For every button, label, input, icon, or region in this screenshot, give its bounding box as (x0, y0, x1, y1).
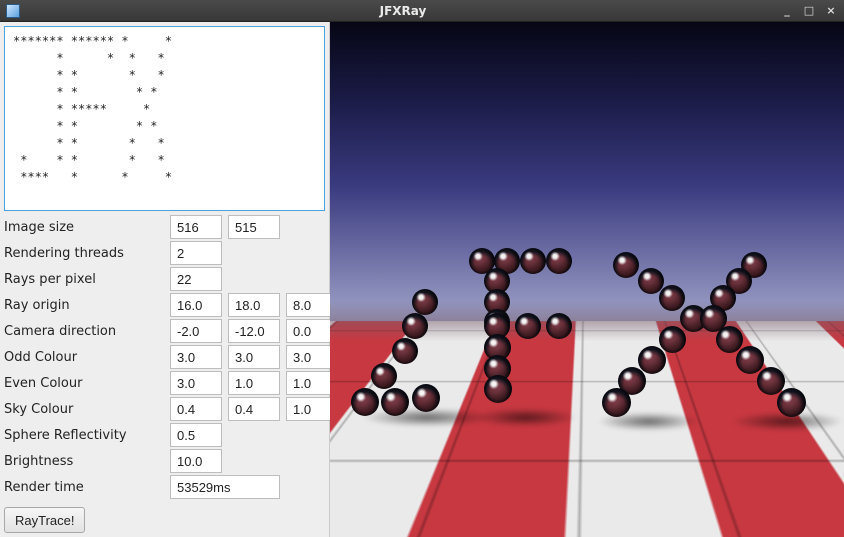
odd-colour-g-input[interactable] (228, 345, 280, 369)
render-sphere (757, 367, 785, 395)
label-rays: Rays per pixel (4, 270, 164, 289)
label-camera-dir: Camera direction (4, 322, 164, 341)
render-sphere (371, 363, 397, 389)
label-sky-colour: Sky Colour (4, 400, 164, 419)
camera-dir-y-input[interactable] (228, 319, 280, 343)
render-spheres (330, 223, 844, 429)
rays-input[interactable] (170, 267, 222, 291)
image-width-input[interactable] (170, 215, 222, 239)
render-viewport (330, 22, 844, 537)
window-title: JFXRay (26, 4, 780, 18)
maximize-button[interactable]: □ (802, 4, 816, 17)
render-sphere (520, 248, 546, 274)
close-button[interactable]: × (824, 4, 838, 17)
sky-colour-r-input[interactable] (170, 397, 222, 421)
label-odd-colour: Odd Colour (4, 348, 164, 367)
render-sphere (716, 326, 743, 353)
reflectivity-input[interactable] (170, 423, 222, 447)
render-sphere (351, 388, 379, 416)
render-sphere (484, 375, 512, 403)
label-brightness: Brightness (4, 452, 164, 471)
render-sphere (392, 338, 418, 364)
window-titlebar: JFXRay _ □ × (0, 0, 844, 22)
ray-origin-x-input[interactable] (170, 293, 222, 317)
even-colour-g-input[interactable] (228, 371, 280, 395)
label-threads: Rendering threads (4, 244, 164, 263)
label-reflectivity: Sphere Reflectivity (4, 426, 164, 445)
camera-dir-x-input[interactable] (170, 319, 222, 343)
ray-origin-y-input[interactable] (228, 293, 280, 317)
odd-colour-r-input[interactable] (170, 345, 222, 369)
image-height-input[interactable] (228, 215, 280, 239)
raytrace-button[interactable]: RayTrace! (4, 507, 85, 533)
render-sphere (659, 326, 686, 353)
render-sphere (402, 313, 428, 339)
render-sphere (777, 388, 806, 417)
render-sphere (381, 388, 409, 416)
sky-colour-g-input[interactable] (228, 397, 280, 421)
render-sphere (412, 384, 440, 412)
label-render-time: Render time (4, 478, 164, 497)
label-even-colour: Even Colour (4, 374, 164, 393)
brightness-input[interactable] (170, 449, 222, 473)
render-sphere (602, 388, 631, 417)
label-image-size: Image size (4, 218, 164, 237)
render-time-output[interactable] (170, 475, 280, 499)
settings-form: Image size Rendering threads Rays per pi… (0, 215, 329, 503)
label-ray-origin: Ray origin (4, 296, 164, 315)
app-icon (6, 4, 20, 18)
render-sphere (638, 346, 666, 374)
ascii-preview[interactable]: ******* ****** * * * * * * * * * * * * *… (4, 26, 325, 211)
controls-panel: ******* ****** * * * * * * * * * * * * *… (0, 22, 330, 537)
render-sphere (515, 313, 541, 339)
minimize-button[interactable]: _ (780, 4, 794, 17)
even-colour-r-input[interactable] (170, 371, 222, 395)
render-sphere (546, 248, 572, 274)
render-shadow (474, 408, 577, 427)
render-sphere (412, 289, 438, 315)
render-sphere (659, 285, 685, 311)
threads-input[interactable] (170, 241, 222, 265)
render-sphere (546, 313, 572, 339)
render-sphere (736, 346, 764, 374)
render-sphere (613, 252, 639, 278)
